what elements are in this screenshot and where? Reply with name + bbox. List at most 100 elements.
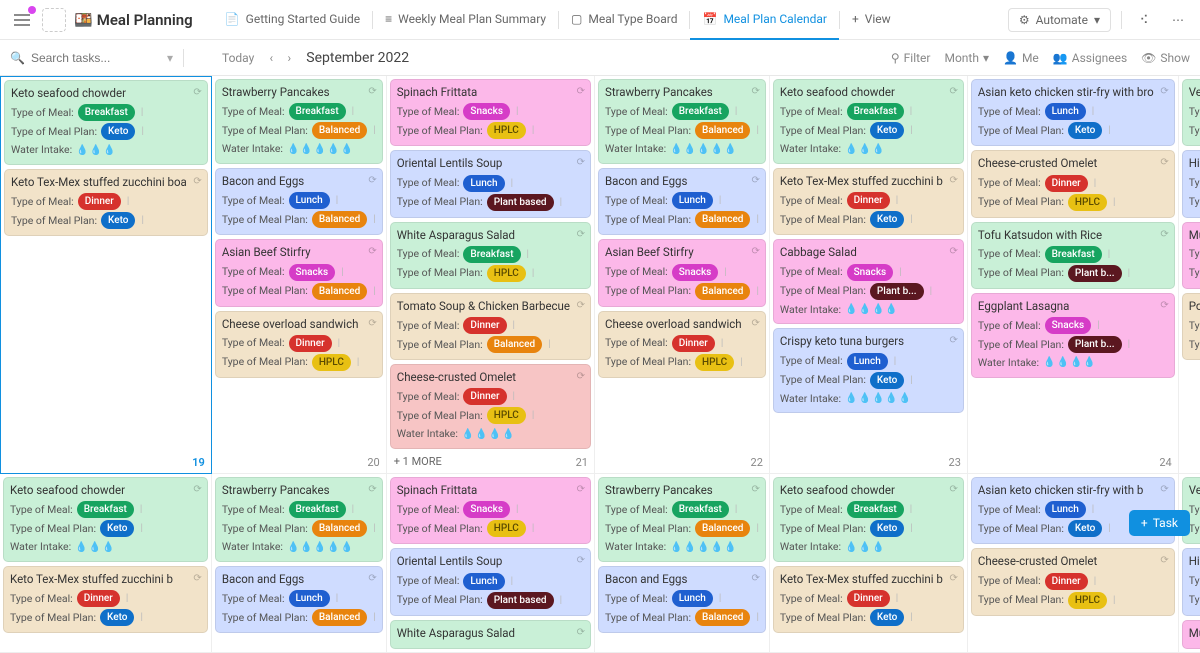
menu-icon[interactable] (10, 8, 34, 32)
meal-card[interactable]: ⟳Bacon and EggsType of Meal:Lunch|Type o… (598, 566, 766, 633)
calendar-day[interactable]: ⟳Keto seafood chowderType of Meal:Breakf… (0, 76, 212, 474)
meal-card[interactable]: ⟳Veggie keto scrambleType of Meal:Breakf… (1182, 79, 1200, 146)
search-input[interactable] (31, 51, 161, 65)
show-button[interactable]: 👁Show (1141, 51, 1190, 65)
meal-card[interactable]: ⟳Cabbage SaladType of Meal:Snacks|Type o… (773, 239, 964, 324)
more-link[interactable]: + 1 MORE (390, 453, 591, 470)
meal-card[interactable]: ⟳Oriental Lentils SoupType of Meal:Lunch… (390, 150, 591, 217)
tab-meal-plan-calendar[interactable]: 📅Meal Plan Calendar (690, 0, 838, 40)
calendar-day[interactable]: ⟳Keto seafood chowderType of Meal:Breakf… (770, 474, 968, 653)
meal-card[interactable]: ⟳Mushroom Soup with Garlic Bre (1182, 620, 1200, 649)
meal-card[interactable]: ⟳Strawberry PancakesType of Meal:Breakfa… (215, 79, 383, 164)
meal-card[interactable]: ⟳White Asparagus SaladType of Meal:Break… (390, 222, 591, 289)
separator: | (1113, 593, 1115, 608)
meal-card[interactable]: ⟳High Protein Cobb SaladType of Meal:Lun… (1182, 548, 1200, 615)
calendar-day[interactable]: ⟳Strawberry PancakesType of Meal:Breakfa… (212, 474, 387, 653)
tab-weekly-meal-plan-summary[interactable]: ≡Weekly Meal Plan Summary (373, 0, 558, 40)
field-label: Type of Meal: (780, 193, 843, 209)
tab-getting-started-guide[interactable]: 📄Getting Started Guide (213, 0, 372, 40)
meal-type-pill: Breakfast (78, 104, 135, 121)
calendar-day[interactable]: ⟳Veggie keto scrambleType of Meal:Breakf… (1179, 474, 1200, 653)
field-label: Type of Meal Plan: (222, 283, 308, 299)
meal-card[interactable]: ⟳Keto Tex-Mex stuffed zucchini bType of … (773, 566, 964, 633)
water-drop-icon: 💧 (489, 427, 501, 442)
field-label: Type of Meal: (222, 193, 285, 209)
app-header: 🍱Meal Planning 📄Getting Started Guide≡We… (0, 0, 1200, 40)
meal-card[interactable]: ⟳Keto seafood chowderType of Meal:Breakf… (773, 477, 964, 562)
meal-card[interactable]: ⟳Tomato Soup & Chicken BarbecueType of M… (390, 293, 591, 360)
meal-type-pill: Lunch (672, 192, 713, 209)
meal-card[interactable]: ⟳Spinach FrittataType of Meal:Snacks|Typ… (390, 477, 591, 544)
meal-card[interactable]: ⟳Keto Tex-Mex stuffed zucchini bType of … (773, 168, 964, 235)
me-button[interactable]: 👤Me (1003, 51, 1039, 65)
calendar-day[interactable]: ⟳Veggie keto scrambleType of Meal:Breakf… (1179, 76, 1200, 474)
separator: | (1094, 574, 1096, 589)
calendar-day[interactable]: ⟳Asian keto chicken stir-fry with bType … (968, 474, 1179, 653)
field-label: Type of Meal Plan: (397, 408, 483, 424)
meal-card[interactable]: ⟳Mushroom Soup with Garlic BreType of Me… (1182, 222, 1200, 289)
meal-plan-pill: Balanced (695, 122, 750, 139)
meal-card[interactable]: ⟳Cheese overload sandwichType of Meal:Di… (215, 311, 383, 378)
meal-card[interactable]: ⟳Cheese-crusted OmeletType of Meal:Dinne… (971, 150, 1175, 217)
meal-plan-pill: HPLC (1068, 592, 1107, 609)
new-task-button[interactable]: + Task (1129, 510, 1190, 536)
meal-card[interactable]: ⟳Keto seafood chowderType of Meal:Breakf… (4, 80, 208, 165)
calendar-day[interactable]: ⟳Spinach FrittataType of Meal:Snacks|Typ… (387, 474, 595, 653)
meal-card[interactable]: ⟳Eggplant LasagnaType of Meal:Snacks|Typ… (971, 293, 1175, 378)
chevron-down-icon[interactable]: ▾ (167, 51, 173, 65)
meal-card[interactable]: ⟳Bacon and EggsType of Meal:Lunch|Type o… (598, 168, 766, 235)
meal-card[interactable]: ⟳Pork Chop & Green BeansType of Meal:Din… (1182, 293, 1200, 360)
meal-card[interactable]: ⟳Asian Beef StirfryType of Meal:Snacks|T… (215, 239, 383, 306)
prev-icon[interactable]: ‹ (262, 49, 280, 67)
meal-card[interactable]: ⟳Cheese overload sandwichType of Meal:Di… (598, 311, 766, 378)
separator: | (516, 104, 518, 119)
field-label: Type of Meal Plan: (397, 592, 483, 608)
calendar-day[interactable]: ⟳Spinach FrittataType of Meal:Snacks|Typ… (387, 76, 595, 474)
meal-card[interactable]: ⟳Keto Tex-Mex stuffed zucchini bType of … (3, 566, 208, 633)
meal-card[interactable]: ⟳Strawberry PancakesType of Meal:Breakfa… (598, 79, 766, 164)
meal-card[interactable]: ⟳Keto Tex-Mex stuffed zucchini boaType o… (4, 169, 208, 236)
meal-card[interactable]: ⟳Strawberry PancakesType of Meal:Breakfa… (215, 477, 383, 562)
next-icon[interactable]: › (280, 49, 298, 67)
field-label: Type of Meal: (397, 389, 460, 405)
meal-type-pill: Lunch (463, 573, 504, 590)
meal-card[interactable]: ⟳Asian Beef StirfryType of Meal:Snacks|T… (598, 239, 766, 306)
calendar-day[interactable]: ⟳Keto seafood chowderType of Meal:Breakf… (0, 474, 212, 653)
meal-card[interactable]: ⟳Keto seafood chowderType of Meal:Breakf… (773, 79, 964, 164)
meal-card[interactable]: ⟳Tofu Katsudon with RiceType of Meal:Bre… (971, 222, 1175, 289)
meal-card[interactable]: ⟳Bacon and EggsType of Meal:Lunch|Type o… (215, 566, 383, 633)
sync-icon: ⟳ (752, 173, 760, 188)
user-icon: 👤 (1003, 51, 1018, 65)
assignees-button[interactable]: 👥Assignees (1053, 51, 1127, 65)
meal-card[interactable]: ⟳Cheese-crusted OmeletType of Meal:Dinne… (971, 548, 1175, 615)
title-emoji: 🍱 (74, 11, 93, 29)
meal-card[interactable]: ⟳Spinach FrittataType of Meal:Snacks|Typ… (390, 79, 591, 146)
card-title: Asian keto chicken stir-fry with b (978, 482, 1168, 499)
calendar-day[interactable]: ⟳Strawberry PancakesType of Meal:Breakfa… (595, 474, 770, 653)
more-icon[interactable]: ⋯ (1166, 8, 1190, 32)
meal-card[interactable]: ⟳Bacon and EggsType of Meal:Lunch|Type o… (215, 168, 383, 235)
tab-meal-type-board[interactable]: ▢Meal Type Board (559, 0, 689, 40)
month-view-button[interactable]: Month ▾ (944, 51, 989, 65)
meal-card[interactable]: ⟳Asian keto chicken stir-fry with broTyp… (971, 79, 1175, 146)
card-title: Keto Tex-Mex stuffed zucchini boa (11, 174, 201, 191)
meal-plan-pill: Keto (870, 122, 904, 139)
share-icon[interactable]: ⠪ (1132, 8, 1156, 32)
calendar-day[interactable]: ⟳Asian keto chicken stir-fry with broTyp… (968, 76, 1179, 474)
meal-card[interactable]: ⟳Cheese-crusted OmeletType of Meal:Dinne… (390, 364, 591, 449)
calendar-day[interactable]: ⟳Strawberry PancakesType of Meal:Breakfa… (212, 76, 387, 474)
meal-card[interactable]: ⟳White Asparagus Salad (390, 620, 591, 649)
calendar-day[interactable]: ⟳Keto seafood chowderType of Meal:Breakf… (770, 76, 968, 474)
filter-button[interactable]: ⚲Filter (891, 51, 931, 65)
separator: | (1094, 176, 1096, 191)
meal-card[interactable]: ⟳Oriental Lentils SoupType of Meal:Lunch… (390, 548, 591, 615)
meal-card[interactable]: ⟳Keto seafood chowderType of Meal:Breakf… (3, 477, 208, 562)
automate-button[interactable]: ⚙ Automate ▾ (1008, 8, 1111, 32)
meal-card[interactable]: ⟳Crispy keto tuna burgersType of Meal:Lu… (773, 328, 964, 413)
today-button[interactable]: Today (214, 49, 262, 67)
tab-view[interactable]: +View (840, 0, 903, 40)
calendar-day[interactable]: ⟳Strawberry PancakesType of Meal:Breakfa… (595, 76, 770, 474)
meal-card[interactable]: ⟳Strawberry PancakesType of Meal:Breakfa… (598, 477, 766, 562)
meal-card[interactable]: ⟳High Protein Cobb SaladType of Meal:Lun… (1182, 150, 1200, 217)
field-label: Water Intake: (780, 302, 841, 318)
